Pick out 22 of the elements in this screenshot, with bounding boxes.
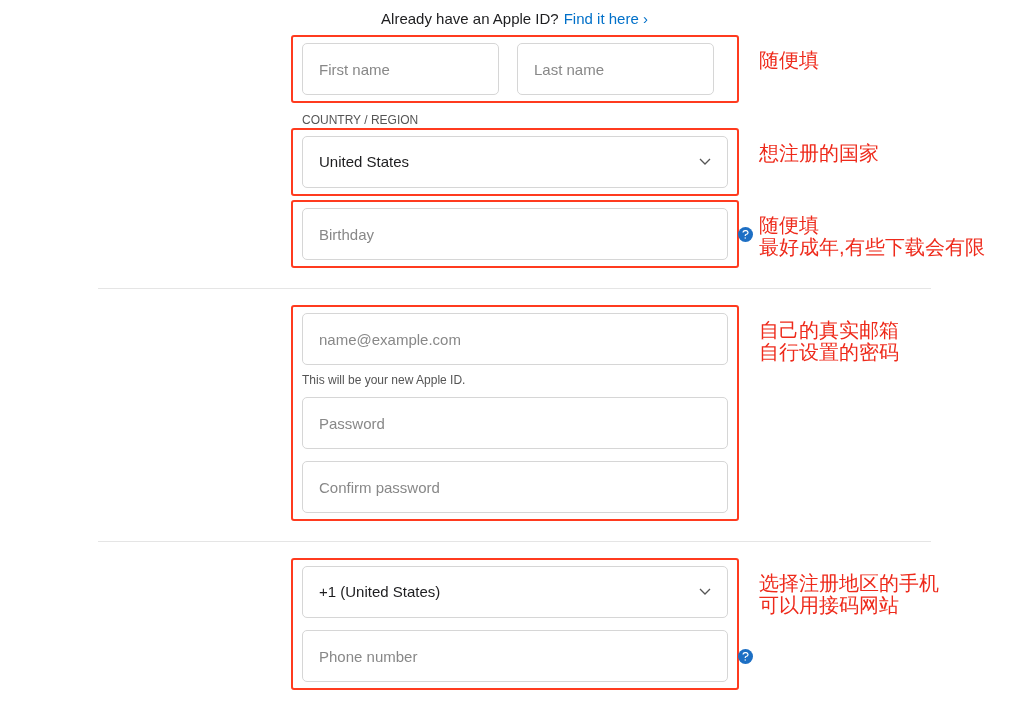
text-field[interactable]: Phone number — [302, 630, 728, 682]
chevron-down-icon — [699, 158, 711, 166]
help-icon[interactable] — [738, 649, 753, 664]
annotation-note: 想注册的国家 — [759, 142, 879, 164]
intro-text: Already have an Apple ID? — [381, 8, 559, 29]
text-field[interactable]: Confirm password — [302, 461, 728, 513]
select-field[interactable]: United States — [302, 136, 728, 188]
select-field[interactable]: +1 (United States) — [302, 566, 728, 618]
find-link[interactable]: Find it here › — [563, 7, 648, 31]
text-field[interactable]: Last name — [517, 43, 714, 95]
text-field[interactable]: name@example.com — [302, 313, 728, 365]
text-field[interactable]: Birthday — [302, 208, 728, 260]
annotation-note: 随便填 — [759, 49, 819, 71]
annotation-note: 自己的真实邮箱 自行设置的密码 — [759, 319, 899, 363]
field-hint: This will be your new Apple ID. — [302, 372, 467, 389]
field-label: COUNTRY / REGION — [302, 113, 420, 128]
text-field[interactable]: First name — [302, 43, 499, 95]
annotation-note: 随便填 最好成年,有些下载会有限 — [759, 214, 985, 258]
annotation-note: 选择注册地区的手机 可以用接码网站 — [759, 572, 939, 616]
chevron-down-icon — [699, 588, 711, 596]
help-icon[interactable] — [738, 227, 753, 242]
text-field[interactable]: Password — [302, 397, 728, 449]
